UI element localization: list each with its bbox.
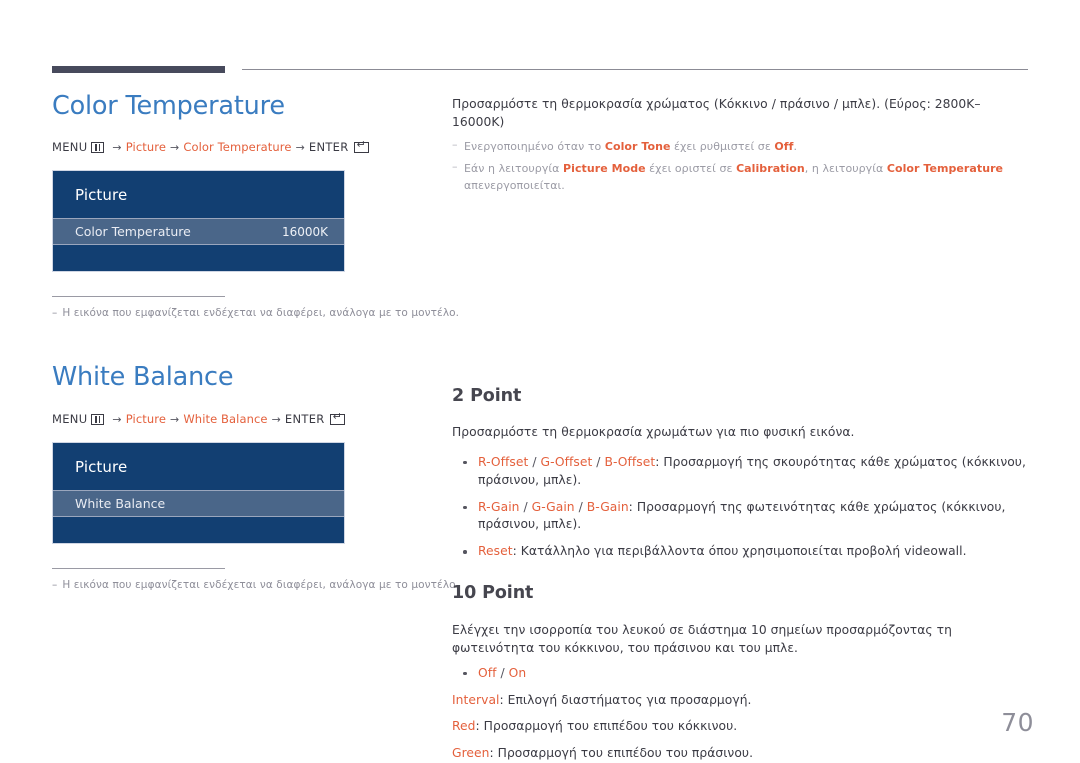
menu-path-step-picture: Picture [125,412,166,427]
two-point-intro: Προσαρμόστε τη θερμοκρασία χρωμάτων για … [452,425,855,440]
osd-row-empty [53,517,344,544]
enter-key-icon [353,139,369,153]
note-1-pre: Ενεργοποιημένο όταν το [464,139,605,153]
two-point-bullet-list: R-Offset / G-Offset / B-Offset: Προσαρμο… [452,454,1032,561]
note-text-1: Η εικόνα που εμφανίζεται ενδέχεται να δι… [62,307,460,320]
page-number: 70 [1001,708,1034,737]
right-column: Προσαρμόστε τη θερμοκρασία χρώματος (Κόκ… [452,96,1032,763]
menu-path-enter-label: ENTER [284,412,325,427]
menu-path-arrow-1: → [112,140,122,154]
note-2-mid-2: , η λειτουργία [804,162,887,176]
note-text-2: Η εικόνα που εμφανίζεται ενδέχεται να δι… [62,579,460,592]
osd-title: Picture [75,457,128,476]
note-marker-icon: – [452,160,458,174]
menu-path-step-color-temperature: Color Temperature [183,140,292,155]
note-model-differs-1: – Η εικόνα που εμφανίζεται ενδέχεται να δ… [52,307,459,320]
ten-point-entry-interval: Interval: Επιλογή διαστήματος για προσαρ… [452,692,1032,710]
menu-grid-icon [91,413,105,425]
note-2-mid-1: έχει οριστεί σε [645,162,737,176]
note-2-keyword-color-temperature: Color Temperature [886,162,1004,176]
note-rule-1 [52,296,225,298]
section-white-balance: White Balance MENU → Picture → White Bal… [52,362,459,592]
osd-row-white-balance[interactable]: White Balance [53,490,344,518]
ten-point-bullet-list: Off / On [452,665,1032,683]
osd-row-label: White Balance [75,496,166,512]
osd-row-label: Color Temperature [75,224,191,240]
left-column: Color Temperature MENU → Picture → Color… [52,91,459,592]
keyword-r-gain: R-Gain [478,499,520,514]
menu-path-step-picture: Picture [125,140,166,155]
note-marker-icon: – [452,137,458,151]
header-rule-accent [52,66,225,73]
page-title-white-balance: White Balance [52,362,234,393]
menu-path-enter-label: ENTER [308,140,349,155]
color-temperature-intro: Προσαρμόστε τη θερμοκρασία χρώματος (Κόκ… [452,97,981,129]
subsection-title-ten-point: 10 Point [452,583,534,604]
entry-desc: : Προσαρμογή του επιπέδου του κόκκινου. [475,719,738,734]
osd-mock-color-temperature: Picture Color Temperature 16000K [52,170,345,273]
keyword-green: Green [452,746,490,761]
entry-desc: : Επιλογή διαστήματος για προσαρμογή. [499,692,752,707]
block-two-point: 2 Point Προσαρμόστε τη θερμοκρασία χρωμά… [452,386,1032,561]
block-ten-point: 10 Point Ελέγχει την ισορροπία του λευκο… [452,583,1032,763]
menu-path-menu-label: MENU [52,140,88,155]
list-item: Off / On [452,665,1032,683]
bullet-desc: : Κατάλληλο για περιβάλλοντα όπου χρησιμ… [512,544,967,559]
menu-path-step-white-balance: White Balance [183,412,268,427]
note-1-mid: έχει ρυθμιστεί σε [670,139,775,153]
keyword-g-gain: G-Gain [531,499,575,514]
menu-path-white-balance: MENU → Picture → White Balance → ENTER [52,411,412,427]
document-page: Color Temperature MENU → Picture → Color… [0,0,1080,763]
page-title-color-temperature: Color Temperature [52,91,285,121]
ten-point-entry-red: Red: Προσαρμογή του επιπέδου του κόκκινο… [452,718,1032,736]
note-1-post: . [793,139,797,153]
color-temperature-note-2: – Εάν η λειτουργία Picture Mode έχει ορισ… [452,160,1032,194]
list-item: Reset: Κατάλληλο για περιβάλλοντα όπου χ… [452,543,1032,561]
menu-path-menu-label: MENU [52,412,88,427]
section-color-temperature: Color Temperature MENU → Picture → Color… [52,91,459,320]
menu-path-arrow-1: → [112,412,122,426]
note-rule-2 [52,568,225,570]
menu-path-arrow-3: → [271,412,281,426]
note-model-differs-2: – Η εικόνα που εμφανίζεται ενδέχεται να δ… [52,579,459,592]
note-1-keyword-color-tone: Color Tone [604,139,671,153]
menu-grid-icon [91,141,105,153]
keyword-on: On [508,665,527,680]
keyword-off: Off [478,665,497,680]
list-item: R-Offset / G-Offset / B-Offset: Προσαρμο… [452,454,1032,490]
note-2-pre: Εάν η λειτουργία [464,162,564,176]
menu-path-arrow-3: → [295,140,305,154]
keyword-b-gain: B-Gain [586,499,629,514]
keyword-g-offset: G-Offset [540,454,593,469]
block-color-temperature-desc: Προσαρμόστε τη θερμοκρασία χρώματος (Κόκ… [452,96,1032,194]
note-2-keyword-calibration: Calibration [736,162,805,176]
note-2-post: απενεργοποιείται. [464,178,565,192]
ten-point-intro: Ελέγχει την ισορροπία του λευκού σε διάσ… [452,623,952,655]
osd-row-value: 16000K [281,224,328,239]
enter-key-icon [329,411,345,425]
keyword-r-offset: R-Offset [478,454,529,469]
note-dash-1: – [52,307,58,320]
keyword-red: Red [452,719,476,734]
osd-mock-white-balance: Picture White Balance [52,442,345,545]
keyword-b-offset: B-Offset [604,454,656,469]
osd-row-empty [53,245,344,272]
note-1-keyword-off: Off [774,139,794,153]
color-temperature-note-1: – Ενεργοποιημένο όταν το Color Tone έχει … [452,137,1032,156]
keyword-interval: Interval [452,692,500,707]
note-2-keyword-picture-mode: Picture Mode [563,162,646,176]
menu-path-arrow-2: → [170,140,180,154]
note-dash-2: – [52,579,58,592]
menu-path-color-temperature: MENU → Picture → Color Temperature → ENT… [52,139,412,155]
ten-point-entry-green: Green: Προσαρμογή του επιπέδου του πράσι… [452,745,1032,763]
menu-path-arrow-2: → [170,412,180,426]
subsection-title-two-point: 2 Point [452,386,522,407]
entry-desc: : Προσαρμογή του επιπέδου του πράσινου. [489,746,754,761]
list-item: R-Gain / G-Gain / B-Gain: Προσαρμογή της… [452,499,1032,535]
header-rule-thin [242,69,1028,70]
osd-title: Picture [75,185,128,204]
osd-row-color-temperature[interactable]: Color Temperature 16000K [53,218,344,246]
keyword-reset: Reset [478,544,513,559]
